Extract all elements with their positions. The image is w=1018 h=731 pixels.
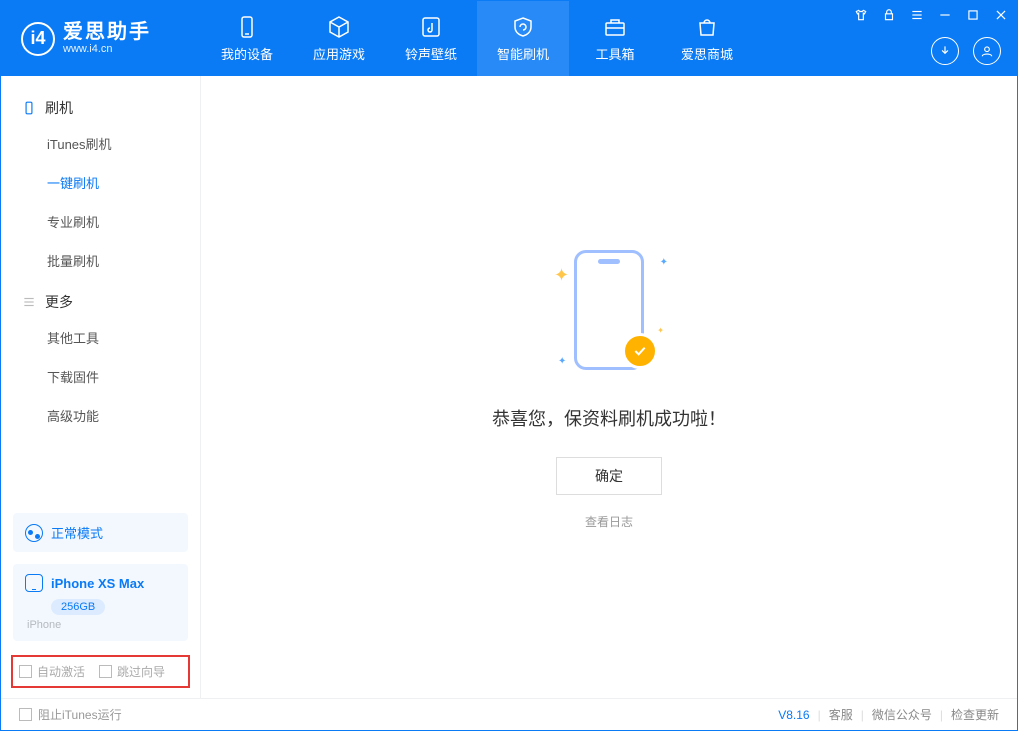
- sidebar-item-advanced[interactable]: 高级功能: [1, 396, 200, 435]
- tshirt-icon[interactable]: [853, 7, 869, 23]
- checkbox-block-itunes[interactable]: 阻止iTunes运行: [19, 706, 122, 723]
- sidebar-menu: 刷机 iTunes刷机 一键刷机 专业刷机 批量刷机 更多 其他工具 下载固件 …: [1, 76, 200, 505]
- spark-icon: ✦: [554, 265, 569, 286]
- app-name-cn: 爱思助手: [63, 21, 151, 43]
- version-label: V8.16: [778, 708, 809, 722]
- device-type: iPhone: [27, 619, 176, 631]
- top-nav: 我的设备 应用游戏 铃声壁纸 智能刷机 工具箱 爱思商城: [201, 1, 753, 76]
- app-window: i4 爱思助手 www.i4.cn 我的设备 应用游戏 铃声壁纸 智能刷机: [0, 0, 1018, 731]
- checkbox-auto-activate[interactable]: 自动激活: [19, 663, 85, 680]
- success-message: 恭喜您，保资料刷机成功啦！: [492, 405, 726, 431]
- mode-icon: [25, 524, 43, 542]
- app-name-en: www.i4.cn: [63, 43, 151, 55]
- minimize-icon[interactable]: [937, 7, 953, 23]
- checkbox-icon: [19, 708, 32, 721]
- result-panel: ✦ ✦ ✦ ✦ 恭喜您，保资料刷机成功啦！ 确定 查看日志: [492, 245, 726, 530]
- logo-text: 爱思助手 www.i4.cn: [63, 21, 151, 55]
- sidebar-item-download-firmware[interactable]: 下载固件: [1, 357, 200, 396]
- nav-ringtones[interactable]: 铃声壁纸: [385, 1, 477, 76]
- user-button[interactable]: [973, 37, 1001, 65]
- group-more: 更多: [1, 280, 200, 318]
- mode-label: 正常模式: [51, 523, 103, 542]
- nav-shop[interactable]: 爱思商城: [661, 1, 753, 76]
- main-content: ✦ ✦ ✦ ✦ 恭喜您，保资料刷机成功啦！ 确定 查看日志: [201, 76, 1017, 698]
- refresh-shield-icon: [510, 14, 536, 40]
- sidebar-item-pro-flash[interactable]: 专业刷机: [1, 202, 200, 241]
- nav-apps-games[interactable]: 应用游戏: [293, 1, 385, 76]
- group-flash: 刷机: [1, 86, 200, 124]
- titlebar: i4 爱思助手 www.i4.cn 我的设备 应用游戏 铃声壁纸 智能刷机: [1, 1, 1017, 76]
- device-phone-icon: [25, 574, 43, 592]
- view-log-link[interactable]: 查看日志: [585, 513, 633, 530]
- check-badge-icon: [622, 333, 658, 369]
- sidebar-item-itunes-flash[interactable]: iTunes刷机: [1, 124, 200, 163]
- window-controls: [853, 7, 1009, 23]
- separator: |: [861, 708, 864, 722]
- sidebar: 刷机 iTunes刷机 一键刷机 专业刷机 批量刷机 更多 其他工具 下载固件 …: [1, 76, 201, 698]
- separator: |: [818, 708, 821, 722]
- header-right: [931, 37, 1001, 65]
- shop-icon: [694, 14, 720, 40]
- link-support[interactable]: 客服: [829, 706, 853, 723]
- device-icon: [234, 14, 260, 40]
- link-check-update[interactable]: 检查更新: [951, 706, 999, 723]
- logo[interactable]: i4 爱思助手 www.i4.cn: [1, 21, 201, 55]
- link-wechat[interactable]: 微信公众号: [872, 706, 932, 723]
- lock-icon[interactable]: [881, 7, 897, 23]
- body: 刷机 iTunes刷机 一键刷机 专业刷机 批量刷机 更多 其他工具 下载固件 …: [1, 76, 1017, 698]
- list-icon: [21, 294, 37, 310]
- ok-button[interactable]: 确定: [556, 457, 662, 495]
- success-illustration: ✦ ✦ ✦ ✦: [544, 245, 674, 385]
- checkbox-icon: [99, 665, 112, 678]
- sidebar-item-onekey-flash[interactable]: 一键刷机: [1, 163, 200, 202]
- toolbox-icon: [602, 14, 628, 40]
- device-card[interactable]: iPhone XS Max 256GB iPhone: [13, 564, 188, 641]
- logo-icon: i4: [21, 22, 55, 56]
- cube-icon: [326, 14, 352, 40]
- nav-toolbox[interactable]: 工具箱: [569, 1, 661, 76]
- menu-icon[interactable]: [909, 7, 925, 23]
- checkbox-icon: [19, 665, 32, 678]
- mode-card[interactable]: 正常模式: [13, 513, 188, 552]
- device-capacity: 256GB: [51, 599, 105, 615]
- phone-icon: [21, 100, 37, 116]
- checkbox-skip-guide[interactable]: 跳过向导: [99, 663, 165, 680]
- statusbar: 阻止iTunes运行 V8.16 | 客服 | 微信公众号 | 检查更新: [1, 698, 1017, 730]
- separator: |: [940, 708, 943, 722]
- device-name: iPhone XS Max: [51, 576, 144, 591]
- sidebar-item-batch-flash[interactable]: 批量刷机: [1, 241, 200, 280]
- sidebar-item-other-tools[interactable]: 其他工具: [1, 318, 200, 357]
- options-row: 自动激活 跳过向导: [11, 655, 190, 688]
- spark-icon: ✦: [660, 257, 668, 268]
- download-button[interactable]: [931, 37, 959, 65]
- spark-icon: ✦: [657, 326, 664, 335]
- spark-icon: ✦: [558, 356, 566, 367]
- music-icon: [418, 14, 444, 40]
- close-icon[interactable]: [993, 7, 1009, 23]
- maximize-icon[interactable]: [965, 7, 981, 23]
- nav-my-device[interactable]: 我的设备: [201, 1, 293, 76]
- nav-smart-flash[interactable]: 智能刷机: [477, 1, 569, 76]
